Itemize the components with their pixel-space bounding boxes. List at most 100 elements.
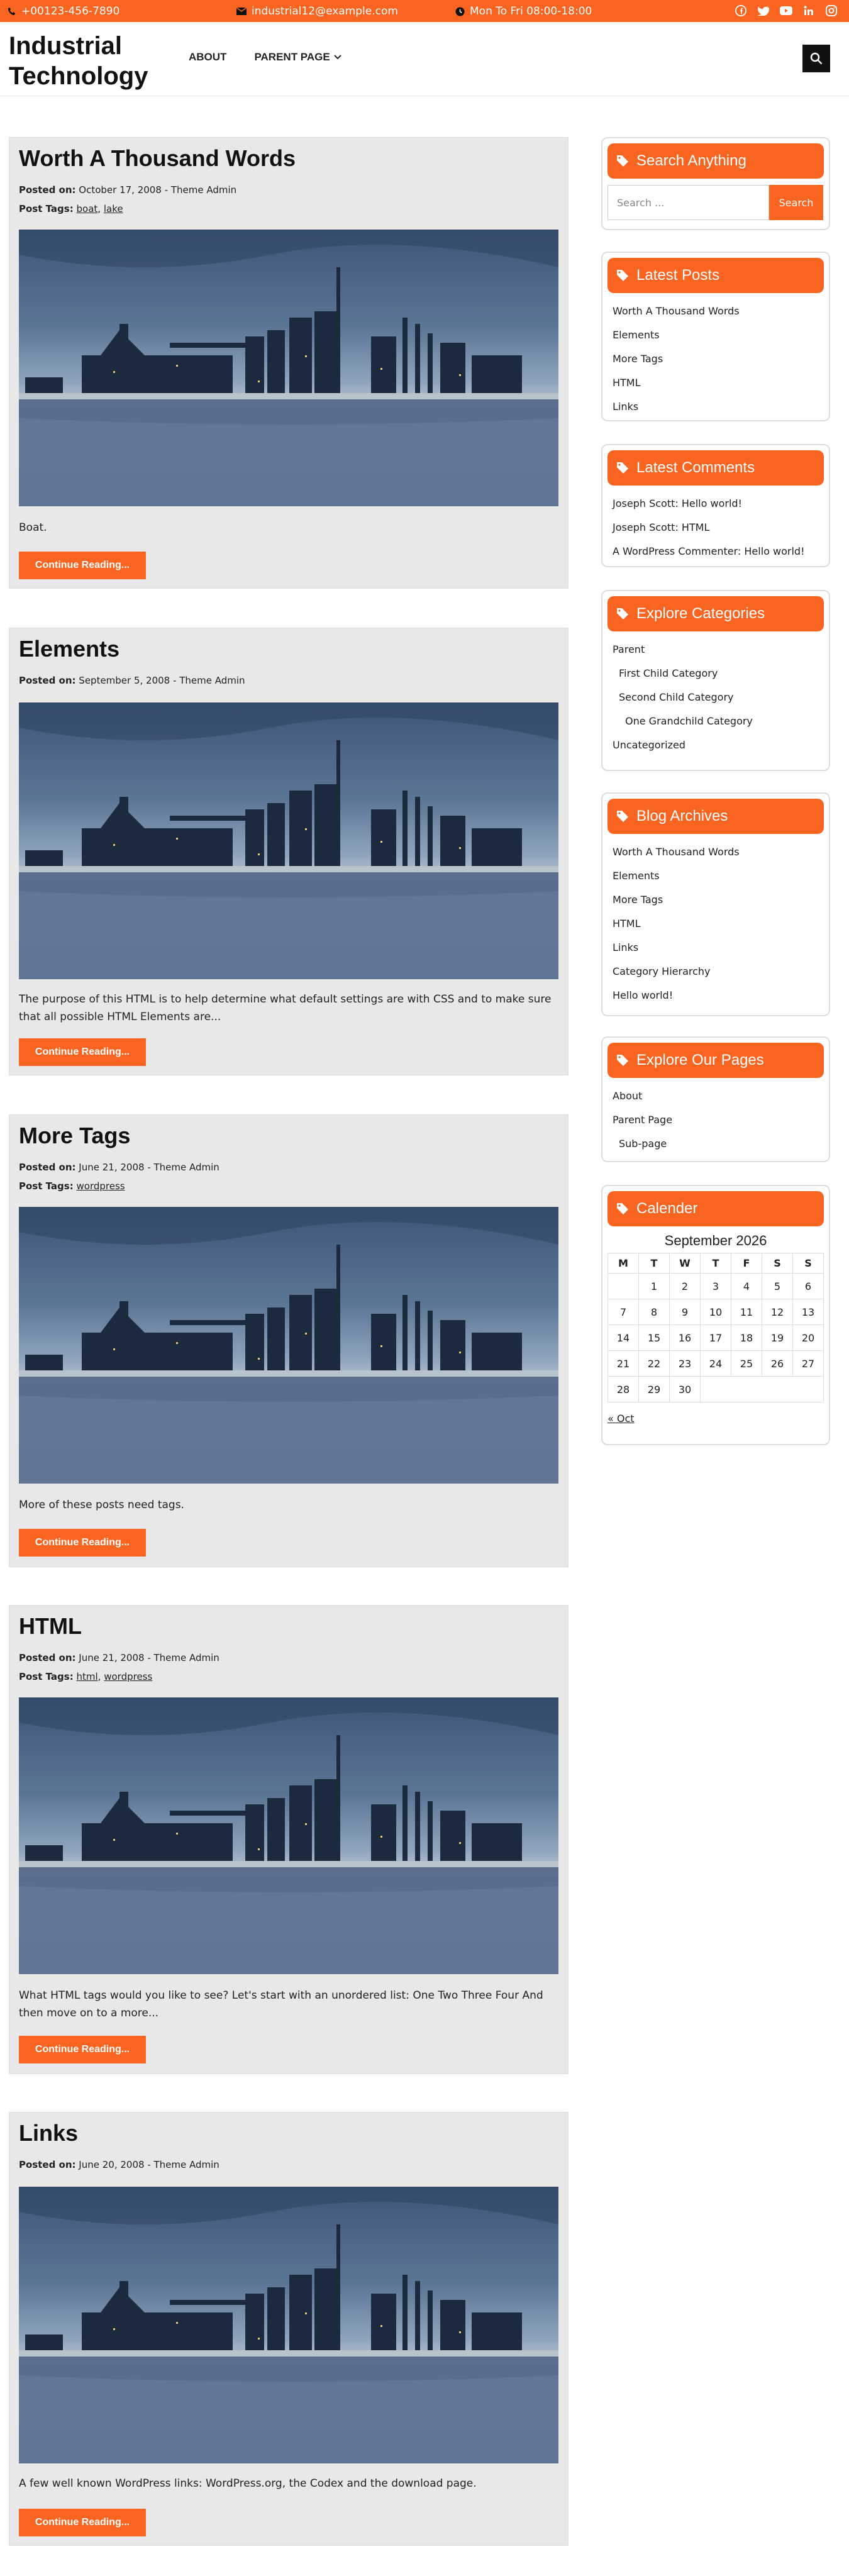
email-info[interactable]: industrial12@example.com	[236, 5, 398, 18]
tag-link[interactable]: wordpress	[104, 1671, 152, 1682]
continue-reading-button[interactable]: Continue Reading...	[19, 2509, 146, 2536]
post-author[interactable]: - Theme Admin	[173, 675, 245, 686]
tags-icon	[617, 1203, 628, 1214]
post-title[interactable]: Links	[19, 2120, 78, 2146]
post-date[interactable]: June 20, 2008	[79, 2159, 144, 2170]
tag-link[interactable]: boat	[77, 203, 98, 214]
archive-item[interactable]: Hello world!	[613, 984, 819, 1008]
post-thumbnail[interactable]	[19, 1697, 558, 1974]
category-item[interactable]: Uncategorized	[613, 733, 819, 757]
search-input[interactable]: Search ...	[608, 185, 769, 220]
archive-item[interactable]: Category Hierarchy	[613, 960, 819, 984]
post-date[interactable]: June 21, 2008	[79, 1652, 144, 1663]
calendar-day: 30	[669, 1376, 701, 1402]
comment-author[interactable]: A WordPress Commenter	[613, 545, 738, 557]
continue-reading-button[interactable]: Continue Reading...	[19, 552, 146, 579]
weekday-header: F	[731, 1253, 762, 1274]
comment-post-link[interactable]: Hello world!	[744, 545, 804, 557]
list-item[interactable]: HTML	[613, 371, 819, 395]
comment-author[interactable]: Joseph Scott	[613, 521, 675, 533]
continue-reading-button[interactable]: Continue Reading...	[19, 2036, 146, 2063]
calendar-day: 17	[700, 1324, 731, 1351]
post-title[interactable]: Elements	[19, 636, 119, 662]
widget-header: Calender	[608, 1191, 824, 1226]
post-excerpt: Boat.	[19, 521, 47, 534]
post-author[interactable]: - Theme Admin	[147, 2159, 219, 2170]
phone-info[interactable]: +00123-456-7890	[8, 5, 119, 18]
widget-title: Explore Categories	[636, 605, 765, 622]
clock-icon	[455, 6, 465, 16]
nav-about[interactable]: ABOUT	[189, 51, 226, 64]
email-address: industrial12@example.com	[252, 5, 398, 18]
calendar-day: 7	[608, 1299, 639, 1325]
post-date[interactable]: September 5, 2008	[79, 675, 170, 686]
calendar-day: 18	[731, 1324, 762, 1351]
list-item[interactable]: Links	[613, 395, 819, 419]
post-thumbnail[interactable]	[19, 2187, 558, 2463]
continue-reading-button[interactable]: Continue Reading...	[19, 1529, 146, 1557]
tag-link[interactable]: lake	[104, 203, 123, 214]
continue-reading-button[interactable]: Continue Reading...	[19, 1038, 146, 1066]
facebook-icon[interactable]	[735, 4, 747, 17]
archives-list: Worth A Thousand Words Elements More Tag…	[608, 834, 824, 1008]
archive-item[interactable]: More Tags	[613, 888, 819, 912]
calendar-day: 29	[638, 1376, 670, 1402]
page-item[interactable]: About	[613, 1084, 819, 1108]
comment-post-link[interactable]: Hello world!	[682, 497, 742, 509]
calendar-prev-link[interactable]: « Oct	[608, 1413, 824, 1424]
calendar-day: 19	[762, 1324, 793, 1351]
post-author[interactable]: - Theme Admin	[147, 1162, 219, 1173]
post-thumbnail[interactable]	[19, 702, 558, 979]
phone-number: +00123-456-7890	[21, 5, 120, 18]
category-item[interactable]: One Grandchild Category	[613, 709, 819, 733]
calendar-day: 16	[669, 1324, 701, 1351]
tag-link[interactable]: html	[77, 1671, 98, 1682]
comment-post-link[interactable]: HTML	[682, 521, 710, 533]
post-thumbnail[interactable]	[19, 230, 558, 506]
widget-title: Latest Posts	[636, 267, 720, 284]
calendar-day: 1	[638, 1273, 670, 1299]
search-icon	[810, 52, 823, 65]
calendar-day: 27	[792, 1350, 824, 1377]
post-title[interactable]: More Tags	[19, 1123, 130, 1149]
tag-link[interactable]: wordpress	[77, 1180, 125, 1192]
calendar-month: September 2026	[664, 1233, 767, 1248]
tags-icon	[617, 270, 628, 281]
post-thumbnail[interactable]	[19, 1207, 558, 1484]
post-author[interactable]: - Theme Admin	[165, 184, 237, 196]
calendar-day: 14	[608, 1324, 639, 1351]
archive-item[interactable]: HTML	[613, 912, 819, 936]
widget-header: Latest Comments	[608, 450, 824, 486]
archive-item[interactable]: Elements	[613, 864, 819, 888]
calendar-day: 20	[792, 1324, 824, 1351]
list-item[interactable]: Elements	[613, 323, 819, 347]
list-item[interactable]: Worth A Thousand Words	[613, 299, 819, 323]
category-item[interactable]: First Child Category	[613, 662, 819, 686]
post-author[interactable]: - Theme Admin	[147, 1652, 219, 1663]
post-date[interactable]: October 17, 2008	[79, 184, 162, 196]
search-button[interactable]: Search	[769, 185, 823, 220]
archive-item[interactable]: Links	[613, 936, 819, 960]
archive-item[interactable]: Worth A Thousand Words	[613, 840, 819, 864]
nav-parent-page[interactable]: PARENT PAGE	[254, 51, 341, 64]
header-search-button[interactable]	[802, 45, 830, 72]
calendar-day	[700, 1376, 824, 1402]
main-nav: ABOUT PARENT PAGE	[189, 51, 341, 64]
site-logo[interactable]: Industrial Technology	[9, 31, 172, 91]
page-item[interactable]: Parent Page	[613, 1108, 819, 1132]
comments-list: Joseph Scott: Hello world! Joseph Scott:…	[608, 486, 824, 564]
twitter-icon[interactable]	[757, 4, 770, 17]
page-item[interactable]: Sub-page	[613, 1132, 819, 1156]
linkedin-icon[interactable]	[802, 4, 815, 17]
category-item[interactable]: Parent	[613, 638, 819, 662]
post-title[interactable]: Worth A Thousand Words	[19, 145, 296, 172]
comment-author[interactable]: Joseph Scott	[613, 497, 675, 509]
post-date[interactable]: June 21, 2008	[79, 1162, 144, 1173]
instagram-icon[interactable]	[825, 4, 838, 17]
post-title[interactable]: HTML	[19, 1613, 82, 1640]
youtube-icon[interactable]	[780, 4, 792, 17]
calendar-day: 4	[731, 1273, 762, 1299]
list-item[interactable]: More Tags	[613, 347, 819, 371]
category-item[interactable]: Second Child Category	[613, 686, 819, 709]
post-meta: Posted on: June 20, 2008 - Theme Admin	[19, 2159, 219, 2170]
